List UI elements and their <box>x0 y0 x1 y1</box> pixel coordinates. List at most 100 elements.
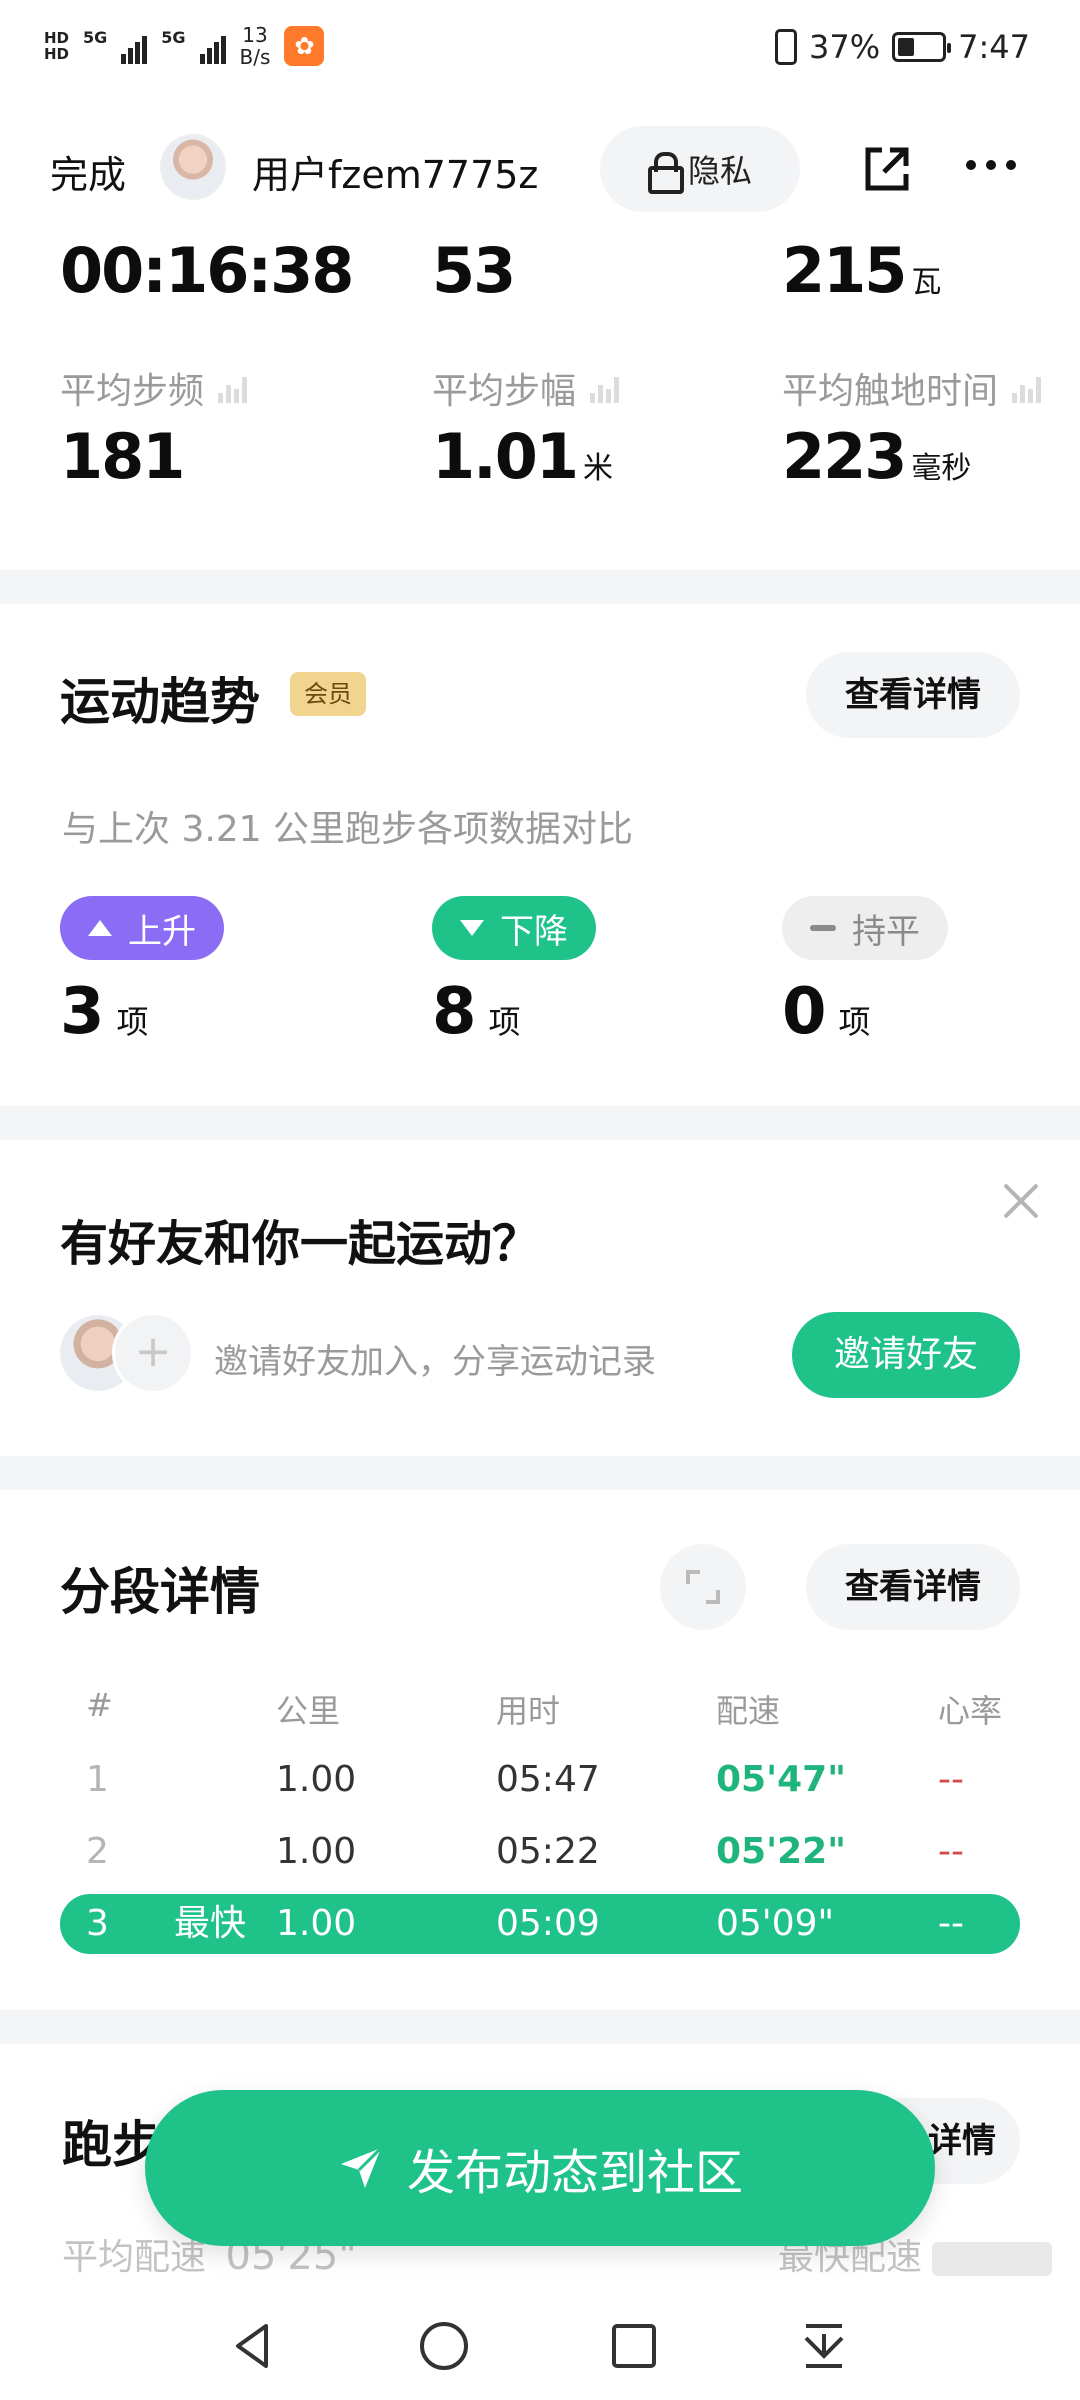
row-index: 1 <box>86 1759 109 1800</box>
network-speed: 13 B/s <box>240 24 271 68</box>
flat-count: 0项 <box>782 975 871 1049</box>
status-bar: HD HD 5G 5G 13 B/s ✿ 37% 7:47 <box>0 0 1080 100</box>
invite-friends-button[interactable]: 邀请好友 <box>792 1312 1020 1398</box>
down-chip: 下降 <box>432 896 596 960</box>
metric-ground-contact[interactable]: 平均触地时间 223 毫秒 <box>782 362 1042 493</box>
up-label: 上升 <box>128 911 196 952</box>
dash-icon <box>810 925 836 931</box>
trend-chart-icon <box>218 373 248 403</box>
down-label: 下降 <box>500 911 568 952</box>
row-time: 05:09 <box>496 1903 600 1944</box>
contact-value: 223 <box>782 420 907 493</box>
row-pace: 05'22" <box>716 1831 846 1872</box>
header-time: 用时 <box>496 1692 561 1730</box>
row-heart-rate: -- <box>938 1831 964 1872</box>
row-time: 05:47 <box>496 1759 600 1800</box>
down-arrow-icon <box>460 920 484 936</box>
signal-icon-2 <box>199 28 226 64</box>
count-unit: 项 <box>488 1003 521 1041</box>
recents-icon[interactable] <box>602 2314 666 2378</box>
flat-chip: 持平 <box>782 896 948 960</box>
notification-pulldown-icon[interactable] <box>792 2314 856 2378</box>
share-icon[interactable] <box>862 144 912 194</box>
speed-unit: B/s <box>239 45 271 69</box>
top-header: 完成 用户fzem7775z 隐私 <box>0 100 1080 240</box>
row-km: 1.00 <box>276 1831 357 1872</box>
avatar[interactable] <box>160 134 226 200</box>
power-value: 215 <box>782 240 907 307</box>
section-divider <box>0 2010 1080 2044</box>
system-nav-bar <box>0 2290 1080 2400</box>
section-divider <box>0 1106 1080 1140</box>
table-row: 1 1.00 05:47 05'47" -- <box>0 1750 1080 1810</box>
blurred-value <box>932 2242 1053 2276</box>
section-divider <box>0 570 1080 604</box>
network-type-1: 5G <box>83 28 108 47</box>
battery-fill <box>898 38 915 56</box>
metric-power: 215 瓦 <box>782 240 941 307</box>
flat-count-value: 0 <box>782 975 827 1049</box>
row-pace: 05'09" <box>716 1903 835 1944</box>
metric-stride[interactable]: 平均步幅 1.01 米 <box>432 362 620 493</box>
trend-details-button[interactable]: 查看详情 <box>806 652 1020 738</box>
trend-chart-icon <box>1012 373 1042 403</box>
contact-label: 平均触地时间 <box>782 371 999 412</box>
up-chip: 上升 <box>60 896 224 960</box>
row-index: 2 <box>86 1831 109 1872</box>
metric-cadence[interactable]: 平均步频 181 <box>60 362 248 493</box>
count-unit: 项 <box>116 1003 149 1041</box>
avg-pace-label: 平均配速 <box>62 2237 207 2278</box>
count-unit: 项 <box>838 1003 871 1041</box>
invite-text: 邀请好友加入，分享运动记录 <box>214 1342 656 1382</box>
row-index: 3 <box>86 1903 109 1944</box>
table-row: 2 1.00 05:22 05'22" -- <box>0 1822 1080 1882</box>
back-icon[interactable] <box>222 2314 286 2378</box>
done-button[interactable]: 完成 <box>50 144 126 199</box>
splits-title: 分段详情 <box>60 1563 260 1621</box>
compare-text: 与上次 3.21 公里跑步各项数据对比 <box>62 809 634 850</box>
hd-indicator: HD HD <box>44 30 69 62</box>
up-count: 3项 <box>60 975 149 1049</box>
header-pace: 配速 <box>716 1692 781 1730</box>
close-icon[interactable] <box>1000 1180 1042 1222</box>
member-badge: 会员 <box>290 672 366 716</box>
row-heart-rate: -- <box>938 1759 964 1800</box>
home-icon[interactable] <box>412 2314 476 2378</box>
fastest-tag: 最快 <box>174 1903 247 1944</box>
metric-top-mid: 53 <box>432 240 516 307</box>
section-divider <box>0 1456 1080 1490</box>
stride-label-row: 平均步幅 <box>432 362 620 414</box>
network-type-2: 5G <box>161 28 186 47</box>
splits-details-button[interactable]: 查看详情 <box>806 1544 1020 1630</box>
down-count-value: 8 <box>432 975 477 1049</box>
header-heart-rate: 心率 <box>938 1692 1003 1730</box>
privacy-button[interactable]: 隐私 <box>600 126 800 212</box>
expand-icon <box>686 1570 720 1604</box>
metrics-panel: 00:16:38 53 215 瓦 平均步频 181 平均步幅 1.01 米 平均触… <box>0 240 1080 570</box>
publish-to-community-button[interactable]: 发布动态到社区 <box>145 2090 935 2246</box>
row-km: 1.00 <box>276 1903 357 1944</box>
signal-icon <box>121 28 148 64</box>
cadence-label: 平均步频 <box>60 371 205 412</box>
clock: 7:47 <box>958 28 1030 66</box>
hd-label-1: HD <box>44 29 70 47</box>
username[interactable]: 用户fzem7775z <box>252 144 538 199</box>
cadence-label-row: 平均步频 <box>60 362 248 414</box>
down-count: 8项 <box>432 975 521 1049</box>
contact-unit: 毫秒 <box>911 451 972 486</box>
more-icon[interactable] <box>966 160 1016 170</box>
friends-title: 有好友和你一起运动？ <box>60 1216 541 1272</box>
up-count-value: 3 <box>60 975 105 1049</box>
status-right: 37% 7:47 <box>775 28 1030 66</box>
metric-duration: 00:16:38 <box>60 240 354 307</box>
trend-chart-icon <box>590 373 620 403</box>
header-index: # <box>86 1686 113 1724</box>
expand-button[interactable] <box>660 1544 746 1630</box>
header-km: 公里 <box>276 1692 341 1730</box>
row-time: 05:22 <box>496 1831 600 1872</box>
row-km: 1.00 <box>276 1759 357 1800</box>
add-friend-icon[interactable]: + <box>112 1312 194 1394</box>
vibrate-icon <box>775 29 798 65</box>
cadence-value: 181 <box>60 420 185 493</box>
power-unit: 瓦 <box>911 265 942 300</box>
